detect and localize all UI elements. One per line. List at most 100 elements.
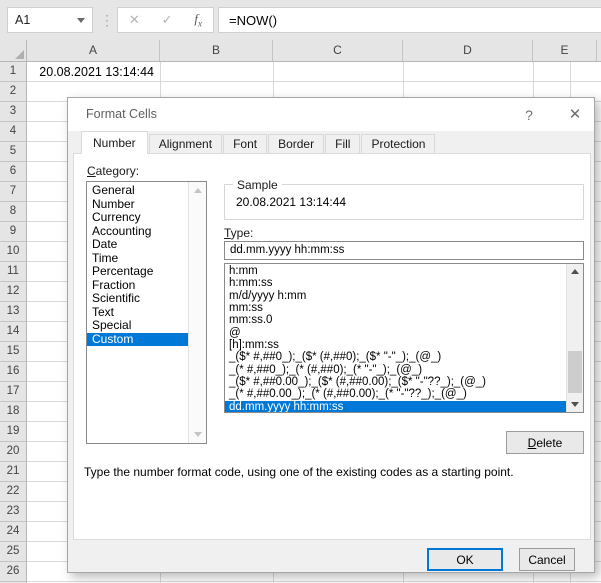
cancel-button[interactable]: Cancel bbox=[519, 548, 575, 571]
number-tab-page: Category: GeneralNumberCurrencyAccountin… bbox=[73, 153, 591, 540]
category-item[interactable]: Scientific bbox=[87, 292, 188, 306]
column-header-row: ABCDE bbox=[0, 40, 601, 62]
column-header-D[interactable]: D bbox=[403, 40, 533, 61]
category-label: Category: bbox=[87, 164, 139, 178]
excel-window: A1 ⋮ ✕ ✓ fx =NOW() ABCDE 123456789101112… bbox=[0, 0, 601, 583]
row-header-20[interactable]: 20 bbox=[0, 442, 26, 462]
row-header-16[interactable]: 16 bbox=[0, 362, 26, 382]
name-box-dropdown-icon[interactable] bbox=[77, 18, 85, 23]
scroll-down-icon[interactable] bbox=[194, 432, 202, 437]
scrollbar-thumb[interactable] bbox=[568, 351, 582, 393]
cancel-entry-icon[interactable]: ✕ bbox=[129, 12, 140, 28]
row-header-6[interactable]: 6 bbox=[0, 162, 26, 182]
type-item[interactable]: dd.mm.yyyy hh:mm:ss bbox=[225, 401, 567, 413]
row-header-1[interactable]: 1 bbox=[0, 62, 26, 82]
type-item[interactable]: _(* #,##0_);_(* (#,##0);_(* "-"_);_(@_) bbox=[225, 364, 567, 376]
insert-function-icon[interactable]: fx bbox=[194, 11, 202, 29]
row-header-11[interactable]: 11 bbox=[0, 262, 26, 282]
type-item[interactable]: mm:ss.0 bbox=[225, 314, 567, 326]
row-header-3[interactable]: 3 bbox=[0, 102, 26, 122]
tab[interactable]: Protection bbox=[361, 134, 435, 154]
category-item[interactable]: Special bbox=[87, 319, 188, 333]
category-listbox[interactable]: GeneralNumberCurrencyAccountingDateTimeP… bbox=[86, 181, 207, 444]
type-item[interactable]: _(* #,##0.00_);_(* (#,##0.00);_(* "-"??_… bbox=[225, 388, 567, 400]
type-label: Type: bbox=[224, 226, 253, 240]
row-header-17[interactable]: 17 bbox=[0, 382, 26, 402]
column-header-E[interactable]: E bbox=[533, 40, 597, 61]
dialog-title: Format Cells bbox=[86, 107, 157, 121]
type-item[interactable]: mm:ss bbox=[225, 302, 567, 314]
row-header-8[interactable]: 8 bbox=[0, 202, 26, 222]
formula-buttons: ✕ ✓ fx bbox=[117, 7, 214, 33]
formula-bar: A1 ⋮ ✕ ✓ fx =NOW() bbox=[0, 0, 601, 40]
type-item[interactable]: h:mm:ss bbox=[225, 277, 567, 289]
row-header-9[interactable]: 9 bbox=[0, 222, 26, 242]
dialog-tabs: NumberAlignmentFontBorderFillProtection bbox=[81, 134, 436, 154]
scroll-up-icon[interactable] bbox=[571, 269, 579, 274]
tab[interactable]: Fill bbox=[325, 134, 360, 154]
type-input[interactable]: dd.mm.yyyy hh:mm:ss bbox=[224, 241, 584, 260]
dialog-help-text: Type the number format code, using one o… bbox=[84, 465, 579, 479]
dialog-close-icon[interactable]: ✕ bbox=[564, 104, 586, 126]
row-header-21[interactable]: 21 bbox=[0, 462, 26, 482]
tab[interactable]: Border bbox=[268, 134, 324, 154]
delete-button[interactable]: Delete bbox=[506, 431, 584, 454]
type-item[interactable]: _($* #,##0.00_);_($* (#,##0.00);_($* "-"… bbox=[225, 376, 567, 388]
formula-input[interactable]: =NOW() bbox=[218, 7, 601, 33]
row-header-5[interactable]: 5 bbox=[0, 142, 26, 162]
type-listbox[interactable]: h:mmh:mm:ssm/d/yyyy h:mmmm:ssmm:ss.0@[h]… bbox=[224, 263, 584, 413]
name-box[interactable]: A1 bbox=[7, 7, 93, 33]
dialog-titlebar[interactable]: Format Cells ? ✕ bbox=[68, 98, 594, 131]
select-all-corner[interactable] bbox=[0, 40, 27, 61]
row-header-22[interactable]: 22 bbox=[0, 482, 26, 502]
column-header-B[interactable]: B bbox=[160, 40, 273, 61]
type-item[interactable]: m/d/yyyy h:mm bbox=[225, 290, 567, 302]
select-all-triangle-icon bbox=[15, 50, 24, 59]
type-item[interactable]: @ bbox=[225, 327, 567, 339]
category-item[interactable]: Custom bbox=[87, 333, 188, 347]
column-header-A[interactable]: A bbox=[27, 40, 160, 61]
confirm-entry-icon[interactable]: ✓ bbox=[162, 12, 173, 28]
name-box-value: A1 bbox=[8, 13, 77, 27]
type-item[interactable]: h:mm bbox=[225, 265, 567, 277]
tab[interactable]: Number bbox=[81, 131, 148, 154]
formula-text: =NOW() bbox=[219, 13, 277, 28]
column-header-C[interactable]: C bbox=[273, 40, 403, 61]
row-header-2[interactable]: 2 bbox=[0, 82, 26, 102]
row-header-23[interactable]: 23 bbox=[0, 502, 26, 522]
row-header-18[interactable]: 18 bbox=[0, 402, 26, 422]
category-item[interactable]: Text bbox=[87, 306, 188, 320]
row-header-7[interactable]: 7 bbox=[0, 182, 26, 202]
row-header-10[interactable]: 10 bbox=[0, 242, 26, 262]
row-header-13[interactable]: 13 bbox=[0, 302, 26, 322]
category-item[interactable]: Percentage bbox=[87, 265, 188, 279]
category-item[interactable]: Number bbox=[87, 198, 188, 212]
category-item[interactable]: Currency bbox=[87, 211, 188, 225]
sample-value: 20.08.2021 13:14:44 bbox=[236, 195, 346, 209]
category-item[interactable]: Time bbox=[87, 252, 188, 266]
type-item[interactable]: _($* #,##0_);_($* (#,##0);_($* "-"_);_(@… bbox=[225, 351, 567, 363]
type-item[interactable]: [h]:mm:ss bbox=[225, 339, 567, 351]
row-header-25[interactable]: 25 bbox=[0, 542, 26, 562]
ok-button[interactable]: OK bbox=[427, 548, 503, 571]
scroll-down-icon[interactable] bbox=[571, 402, 579, 407]
category-item[interactable]: General bbox=[87, 184, 188, 198]
row-header-12[interactable]: 12 bbox=[0, 282, 26, 302]
type-scrollbar[interactable] bbox=[566, 264, 583, 412]
category-item[interactable]: Date bbox=[87, 238, 188, 252]
scroll-up-icon[interactable] bbox=[194, 188, 202, 193]
separator-dots-icon: ⋮ bbox=[100, 9, 114, 31]
row-header-4[interactable]: 4 bbox=[0, 122, 26, 142]
category-item[interactable]: Accounting bbox=[87, 225, 188, 239]
dialog-help-button[interactable]: ? bbox=[518, 104, 540, 126]
tab[interactable]: Font bbox=[223, 134, 267, 154]
row-header-14[interactable]: 14 bbox=[0, 322, 26, 342]
tab[interactable]: Alignment bbox=[149, 134, 222, 154]
category-scrollbar[interactable] bbox=[188, 182, 206, 443]
row-header-19[interactable]: 19 bbox=[0, 422, 26, 442]
row-header-26[interactable]: 26 bbox=[0, 562, 26, 582]
row-header-15[interactable]: 15 bbox=[0, 342, 26, 362]
cell-A1[interactable]: 20.08.2021 13:14:44 bbox=[27, 62, 160, 82]
category-item[interactable]: Fraction bbox=[87, 279, 188, 293]
row-header-24[interactable]: 24 bbox=[0, 522, 26, 542]
